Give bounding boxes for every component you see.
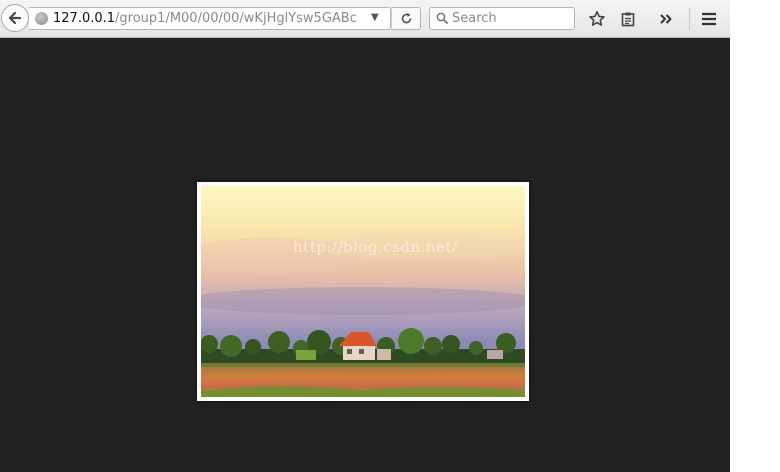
search-bar[interactable] bbox=[429, 7, 575, 30]
search-input[interactable] bbox=[452, 10, 570, 27]
clipboard-icon[interactable] bbox=[615, 6, 641, 32]
reload-icon[interactable] bbox=[391, 7, 421, 30]
page-margin bbox=[730, 0, 780, 472]
back-arrow-icon[interactable] bbox=[1, 4, 29, 32]
navigation-toolbar: 127.0.0.1/group1/M00/00/00/wKjHglYsw5GAB… bbox=[0, 0, 730, 38]
landscape-photo bbox=[201, 186, 525, 397]
url-text[interactable]: 127.0.0.1/group1/M00/00/00/wKjHglYsw5GAB… bbox=[53, 11, 369, 27]
dropdown-arrow-icon[interactable]: ▼ bbox=[371, 12, 379, 23]
displayed-image: http://blog.csdn.net/ bbox=[197, 182, 529, 401]
search-icon bbox=[436, 12, 448, 24]
globe-icon bbox=[35, 12, 48, 25]
url-host: 127.0.0.1 bbox=[53, 11, 116, 26]
toolbar-separator bbox=[689, 8, 690, 30]
url-path: /group1/M00/00/00/wKjHglYsw5GABc bbox=[115, 11, 357, 26]
hamburger-menu-icon[interactable] bbox=[696, 6, 722, 32]
watermark-text: http://blog.csdn.net/ bbox=[293, 238, 458, 256]
double-chevron-icon[interactable] bbox=[653, 6, 679, 32]
star-icon[interactable] bbox=[584, 6, 610, 32]
address-bar[interactable]: 127.0.0.1/group1/M00/00/00/wKjHglYsw5GAB… bbox=[29, 7, 391, 30]
browser-window: 127.0.0.1/group1/M00/00/00/wKjHglYsw5GAB… bbox=[0, 0, 730, 472]
